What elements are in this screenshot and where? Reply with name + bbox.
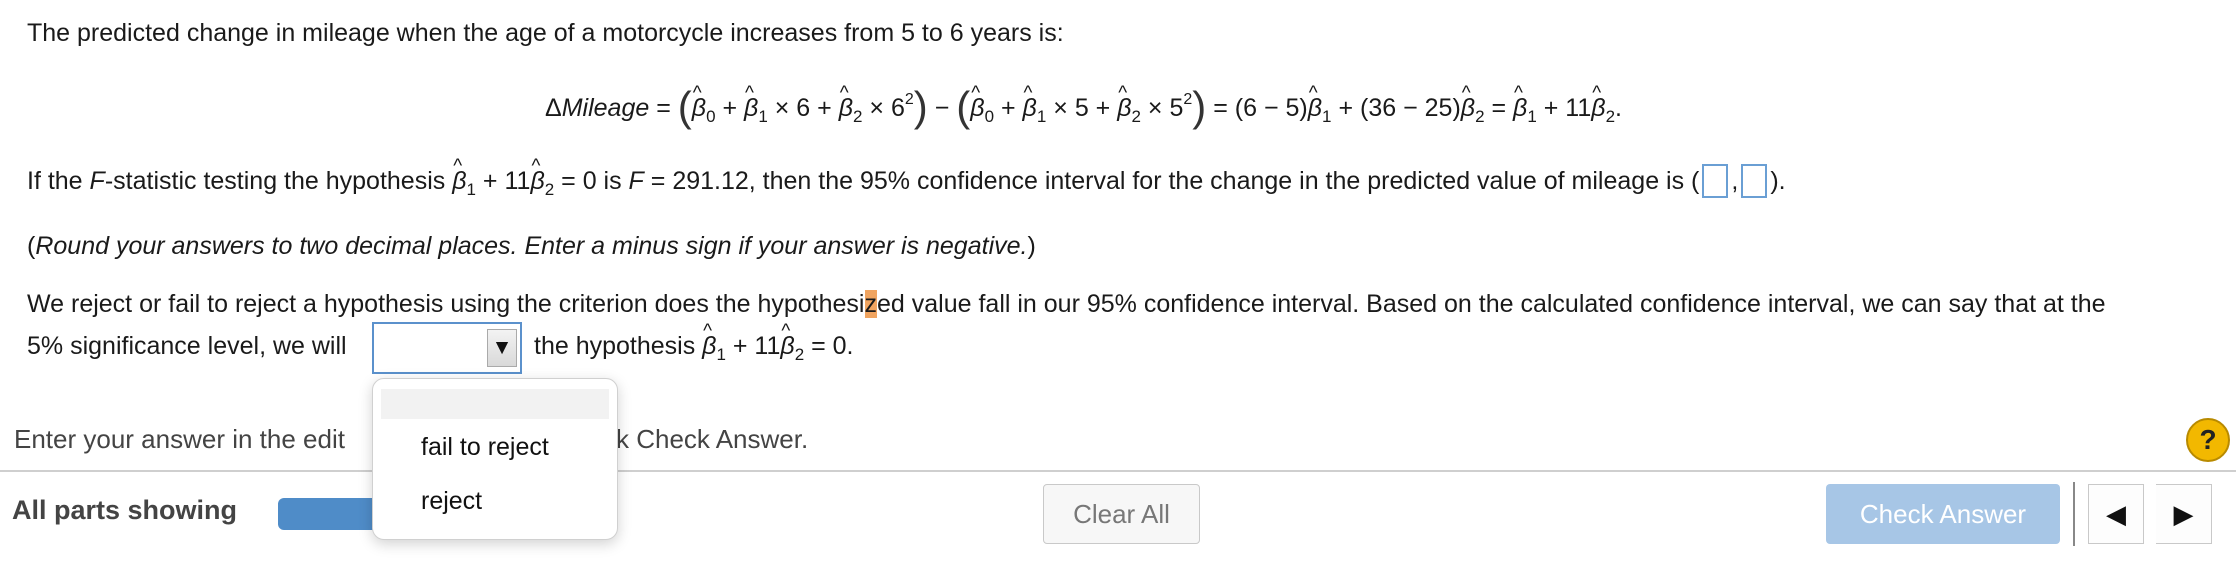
footer-instruction-left: Enter your answer in the edit (14, 424, 345, 454)
all-parts-label: All parts showing (12, 495, 238, 525)
help-icon[interactable]: ? (2186, 418, 2230, 462)
button-separator (2073, 482, 2075, 546)
hypothesis-text: the hypothesis β1 + 11β2 = 0. (534, 315, 854, 372)
ci-lower-input[interactable] (1702, 164, 1729, 198)
decision-dropdown-menu: fail to reject reject (372, 378, 618, 540)
significance-text: 5% significance level, we will (27, 332, 347, 360)
previous-icon[interactable]: ◀ (2088, 484, 2144, 544)
ci-upper-input[interactable] (1741, 164, 1768, 198)
dropdown-option-blank[interactable] (381, 389, 609, 419)
ci-question: If the F-statistic testing the hypothesi… (27, 150, 1786, 207)
mileage-equation: ΔMileage = (β0 + β1 × 6 + β2 × 62) − (β0… (545, 72, 1622, 139)
decision-dropdown[interactable]: ▼ (372, 322, 522, 374)
footer-divider (0, 470, 2236, 472)
dropdown-arrow-icon[interactable]: ▼ (487, 329, 517, 367)
dropdown-option-reject[interactable]: reject (421, 487, 482, 516)
next-icon[interactable]: ▶ (2156, 484, 2212, 544)
check-answer-button[interactable]: Check Answer (1826, 484, 2060, 544)
rounding-note: (Round your answers to two decimal place… (27, 232, 1036, 260)
reject-criterion-text: We reject or fail to reject a hypothesis… (27, 290, 2106, 318)
footer-instruction-right: k Check Answer. (616, 424, 809, 454)
dropdown-option-fail-to-reject[interactable]: fail to reject (421, 433, 549, 462)
clear-all-button[interactable]: Clear All (1043, 484, 1200, 544)
delta-mileage-label: ΔMileage (545, 94, 650, 122)
question-intro: The predicted change in mileage when the… (27, 19, 1064, 47)
